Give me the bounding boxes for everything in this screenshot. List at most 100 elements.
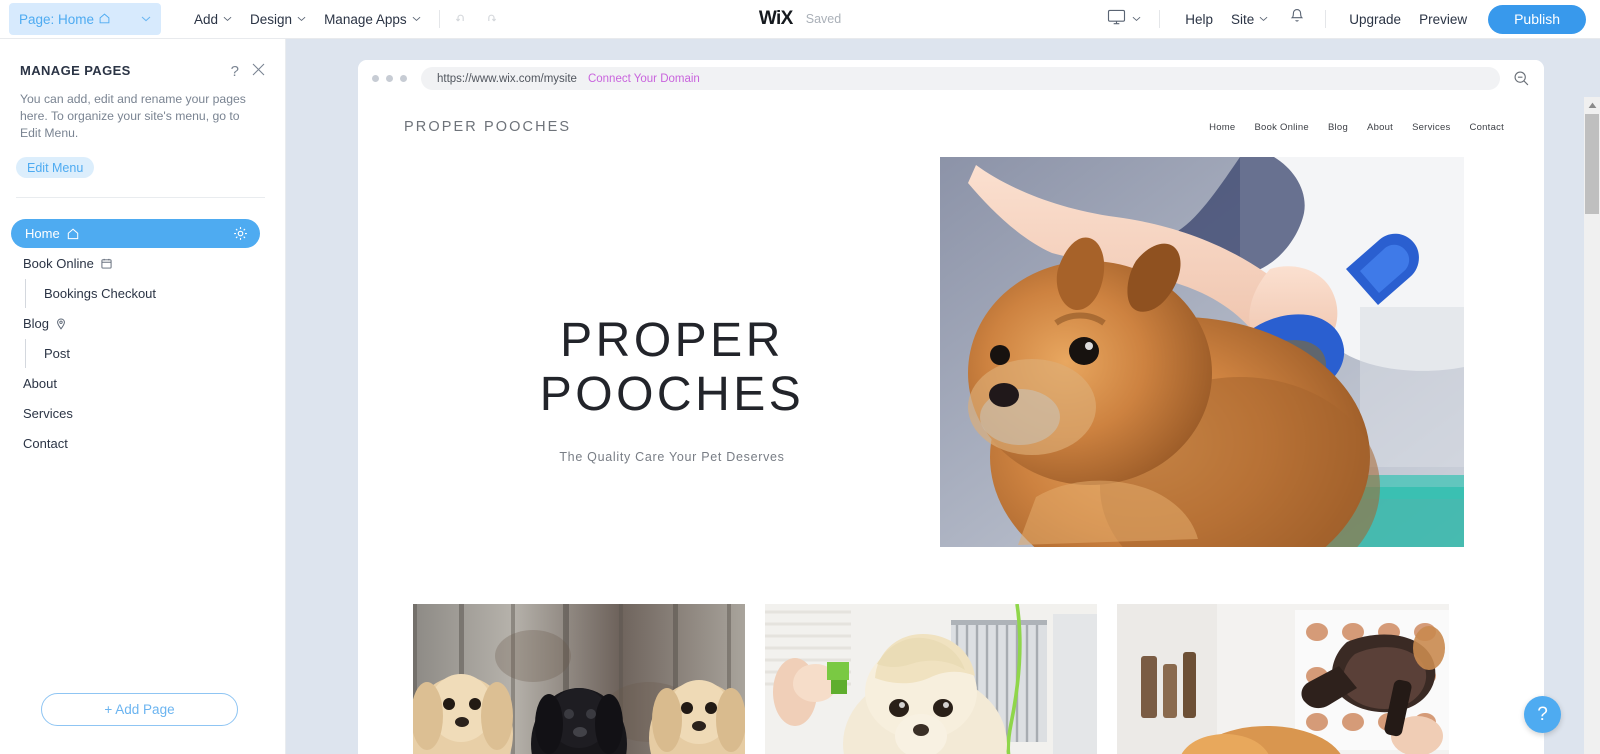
edit-menu-button[interactable]: Edit Menu — [16, 157, 95, 178]
hero-image — [940, 157, 1464, 547]
help-label: Help — [1185, 11, 1213, 27]
menu-manage-apps-label: Manage Apps — [324, 11, 407, 27]
pages-list: Home Book Online Bookings Checkout Blog — [0, 219, 285, 458]
upgrade-button[interactable]: Upgrade — [1340, 6, 1410, 33]
site-nav-about[interactable]: About — [1367, 122, 1393, 133]
site-nav-home[interactable]: Home — [1209, 122, 1235, 133]
site-preview-frame: https://www.wix.com/mysite Connect Your … — [358, 60, 1544, 754]
gallery-section — [358, 604, 1544, 754]
menu-add-label: Add — [194, 11, 219, 27]
window-dots — [372, 75, 407, 82]
publish-button[interactable]: Publish — [1488, 4, 1586, 34]
top-toolbar: Page: Home Add Design Manage Apps WiX Sa… — [0, 0, 1600, 39]
canvas-scrollbar[interactable] — [1584, 97, 1600, 754]
edit-menu-label: Edit Menu — [27, 160, 84, 175]
chevron-down-icon — [412, 14, 421, 24]
url-field[interactable]: https://www.wix.com/mysite Connect Your … — [421, 67, 1500, 90]
close-icon[interactable] — [252, 63, 265, 79]
page-item-bookings-checkout[interactable]: Bookings Checkout — [0, 279, 267, 308]
site-nav-book-online[interactable]: Book Online — [1254, 122, 1309, 133]
hero-section: PROPER POOCHES The Quality Care Your Pet… — [358, 157, 1544, 547]
chevron-down-icon — [1259, 14, 1268, 24]
page-item-blog[interactable]: Blog — [0, 309, 267, 338]
help-fab-label: ? — [1537, 703, 1548, 725]
tree-connector — [25, 279, 26, 308]
page-item-label: Services — [23, 406, 73, 421]
undo-icon[interactable] — [449, 6, 475, 32]
scrollbar-up-arrow[interactable] — [1584, 97, 1600, 113]
chevron-down-icon — [297, 14, 306, 24]
site-nav-contact[interactable]: Contact — [1470, 122, 1505, 133]
toolbar-right-group: Help Site Upgrade Preview Publish — [1103, 4, 1600, 34]
site-logo: PROPER POOCHES — [404, 119, 572, 135]
pin-icon — [56, 317, 66, 330]
site-navigation: Home Book Online Blog About Services Con… — [1209, 122, 1522, 133]
redo-icon[interactable] — [477, 6, 503, 32]
help-fab-button[interactable]: ? — [1524, 696, 1561, 733]
menu-add[interactable]: Add — [185, 6, 241, 33]
question-mark-icon[interactable]: ? — [231, 64, 239, 79]
page-item-services[interactable]: Services — [0, 399, 267, 428]
calendar-icon — [101, 258, 112, 269]
menu-manage-apps[interactable]: Manage Apps — [315, 6, 430, 33]
page-settings-gear-icon[interactable] — [233, 226, 248, 241]
panel-title: MANAGE PAGES — [20, 63, 131, 78]
page-item-post[interactable]: Post — [0, 339, 267, 368]
add-page-button[interactable]: + Add Page — [41, 693, 238, 726]
page-item-label: Home — [25, 226, 60, 241]
gallery-image-3[interactable] — [1117, 604, 1449, 754]
site-nav-blog[interactable]: Blog — [1328, 122, 1348, 133]
panel-description: You can add, edit and rename your pages … — [20, 92, 246, 140]
gallery-image-2[interactable] — [765, 604, 1097, 754]
publish-label: Publish — [1514, 11, 1560, 27]
page-item-home[interactable]: Home — [11, 219, 260, 248]
chevron-down-icon — [1132, 14, 1141, 24]
panel-header: MANAGE PAGES ? — [0, 39, 285, 79]
notifications-button[interactable] — [1283, 6, 1311, 32]
hero-subtitle: The Quality Care Your Pet Deserves — [559, 450, 785, 465]
site-nav-services[interactable]: Services — [1412, 122, 1450, 133]
connect-domain-link[interactable]: Connect Your Domain — [588, 73, 700, 85]
gallery-image-1[interactable] — [413, 604, 745, 754]
page-item-label: Post — [44, 346, 71, 361]
panel-header-icons: ? — [231, 63, 265, 79]
manage-pages-panel: MANAGE PAGES ? You can add, edit and ren… — [0, 39, 286, 754]
help-button[interactable]: Help — [1176, 6, 1222, 33]
menu-design[interactable]: Design — [241, 6, 315, 33]
home-icon — [99, 12, 110, 26]
undo-redo-group — [449, 6, 503, 32]
page-item-book-online[interactable]: Book Online — [0, 249, 267, 278]
page-item-label: Blog — [23, 316, 50, 331]
chevron-down-icon — [141, 14, 151, 25]
wix-logo: WiX — [758, 8, 794, 29]
page-item-label: Contact — [23, 436, 68, 451]
home-icon — [67, 228, 79, 240]
page-item-contact[interactable]: Contact — [0, 429, 267, 458]
upgrade-label: Upgrade — [1349, 11, 1402, 27]
hero-title-line2: POOCHES — [539, 367, 805, 421]
window-dot — [400, 75, 407, 82]
page-item-about[interactable]: About — [0, 369, 267, 398]
page-selector-dropdown[interactable]: Page: Home — [9, 3, 161, 35]
toolbar-divider — [438, 10, 440, 28]
toolbar-divider — [1159, 10, 1161, 28]
hero-text-block: PROPER POOCHES The Quality Care Your Pet… — [358, 157, 926, 547]
hero-title-line1: PROPER — [560, 313, 784, 367]
preview-label: Preview — [1419, 11, 1468, 27]
preview-url-bar: https://www.wix.com/mysite Connect Your … — [358, 60, 1544, 97]
site-header: PROPER POOCHES Home Book Online Blog Abo… — [358, 97, 1544, 135]
scrollbar-thumb[interactable] — [1585, 114, 1599, 214]
preview-button[interactable]: Preview — [1410, 6, 1476, 33]
bell-icon — [1289, 8, 1305, 30]
chevron-down-icon — [223, 14, 232, 24]
device-selector[interactable] — [1103, 9, 1145, 30]
toolbar-divider — [1325, 10, 1327, 28]
site-content: PROPER POOCHES Home Book Online Blog Abo… — [358, 97, 1544, 754]
url-text: https://www.wix.com/mysite — [437, 72, 577, 85]
site-menu[interactable]: Site — [1222, 6, 1277, 33]
page-selector-label: Page: Home — [19, 11, 95, 27]
site-label: Site — [1231, 11, 1255, 27]
editor-canvas: https://www.wix.com/mysite Connect Your … — [286, 39, 1600, 754]
page-item-label: Bookings Checkout — [44, 286, 157, 301]
zoom-out-icon[interactable] — [1513, 70, 1530, 87]
